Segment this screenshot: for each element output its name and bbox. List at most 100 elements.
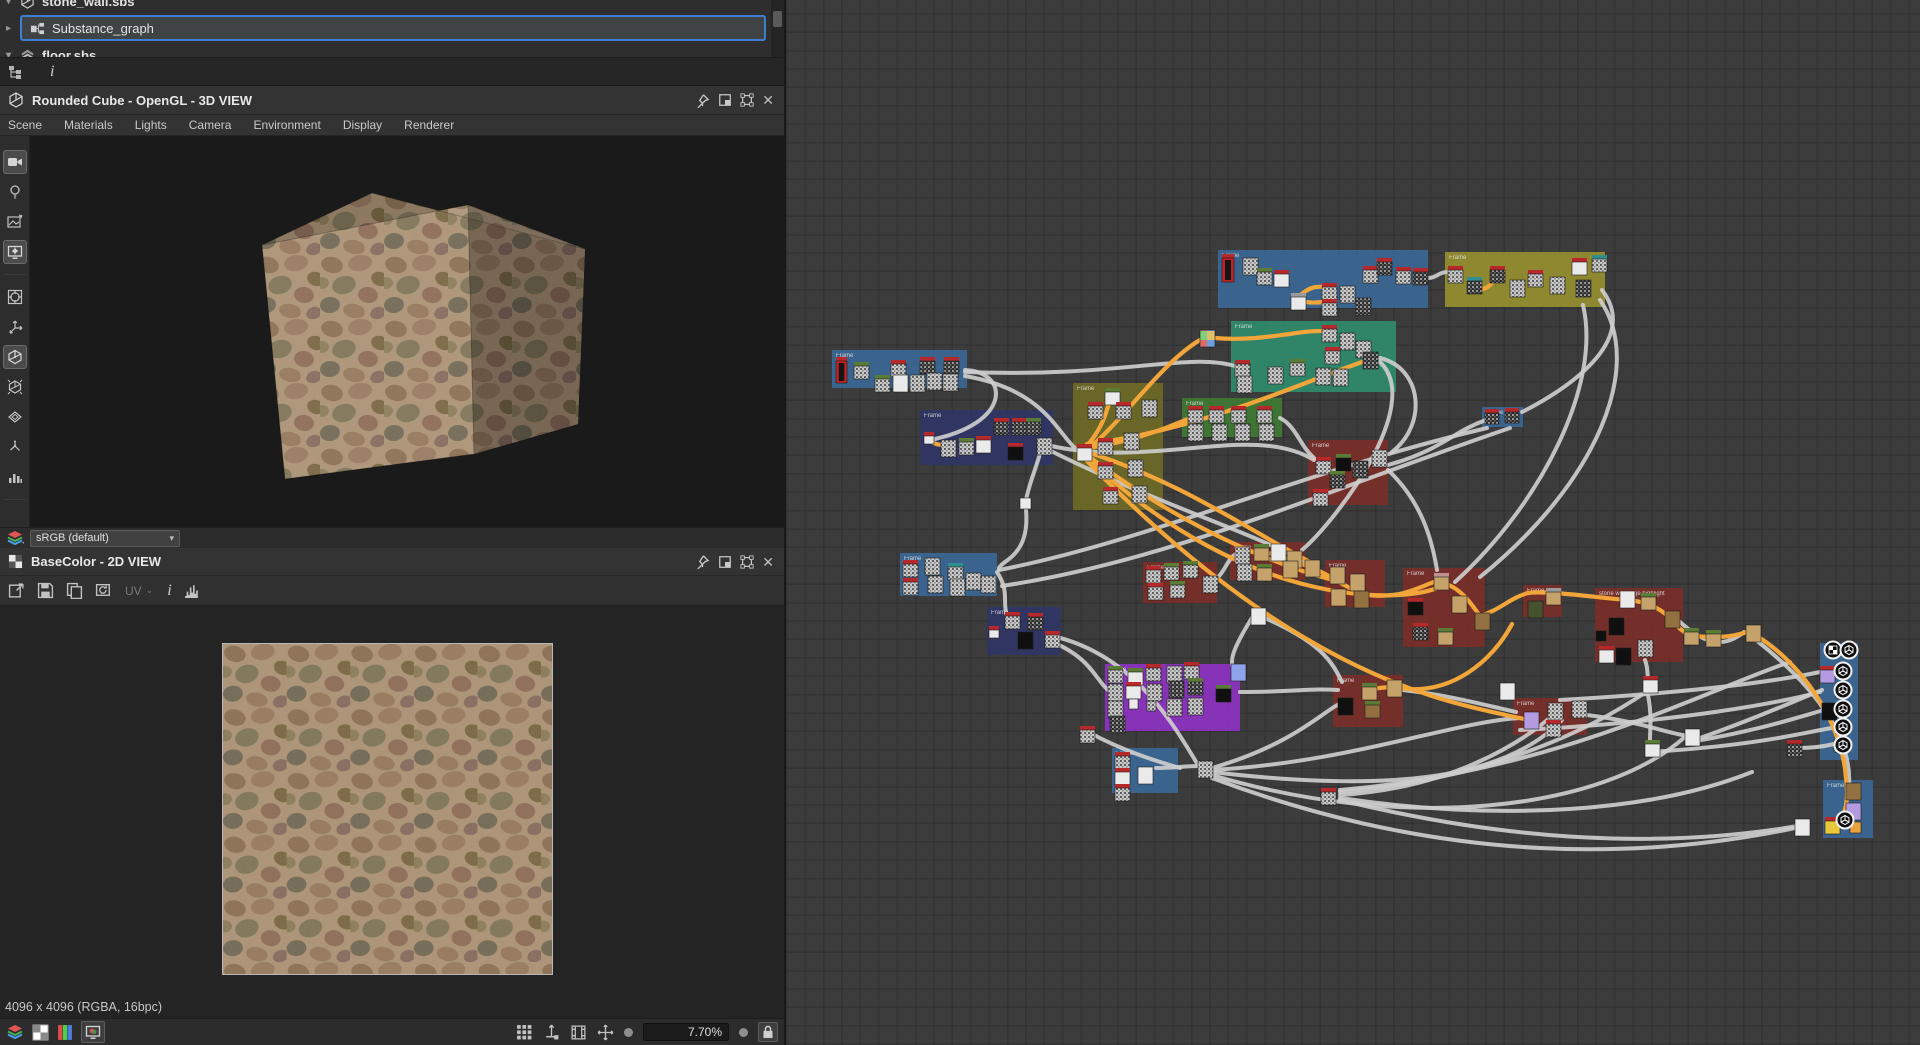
graph-node[interactable] [1258, 423, 1275, 442]
graph-node[interactable] [1221, 254, 1235, 283]
graph-node[interactable] [1575, 279, 1592, 298]
graph-wire[interactable] [1256, 613, 1344, 684]
graph-node[interactable] [1705, 630, 1722, 648]
graph-node[interactable] [943, 357, 960, 375]
graph-node[interactable] [1339, 332, 1356, 351]
graph-node[interactable] [1166, 665, 1183, 684]
graph-node[interactable] [902, 560, 919, 578]
graph-node[interactable] [1208, 406, 1225, 424]
graph-node[interactable] [1615, 647, 1632, 666]
graph-node[interactable] [1595, 630, 1607, 642]
graph-wire[interactable] [1520, 288, 1615, 414]
explorer-item-graph-selected[interactable]: ▸ Substance_graph [0, 13, 784, 43]
graph-node[interactable] [1215, 685, 1232, 703]
graph-wire[interactable] [1646, 693, 1653, 742]
graph-node[interactable] [1125, 682, 1142, 700]
float-window-icon[interactable] [718, 555, 732, 569]
graph-node[interactable] [1114, 768, 1131, 786]
axis-pin-icon[interactable] [543, 1024, 560, 1041]
graph-node[interactable] [1571, 700, 1588, 719]
graph-node[interactable] [1202, 575, 1219, 594]
graph-node[interactable] [1819, 666, 1836, 684]
alpha-checker-icon[interactable] [32, 1024, 49, 1041]
explorer-scrollbar[interactable] [771, 0, 784, 57]
graph-node[interactable] [1437, 628, 1454, 646]
graph-node[interactable] [1146, 700, 1157, 712]
graph-node[interactable] [1364, 701, 1381, 719]
graph-node[interactable] [1004, 612, 1021, 630]
graph-node[interactable] [958, 438, 975, 456]
graph-node[interactable] [1163, 563, 1180, 581]
graph-node[interactable] [1349, 573, 1366, 592]
graph-node[interactable] [1107, 700, 1124, 719]
graph-node[interactable] [1644, 740, 1661, 758]
pin-icon[interactable] [695, 93, 710, 108]
graph-node[interactable] [1312, 489, 1329, 507]
caret-down-icon[interactable]: ▾ [6, 50, 20, 58]
graph-node[interactable] [890, 360, 907, 378]
graph-node[interactable] [1591, 255, 1608, 273]
graph-node[interactable] [1097, 438, 1114, 456]
graph-node[interactable] [1256, 564, 1273, 582]
caret-right-icon[interactable]: ▸ [6, 23, 20, 34]
graph-node[interactable] [1017, 631, 1034, 650]
frame-scene-button[interactable] [3, 285, 27, 309]
graph-node[interactable] [988, 626, 1000, 639]
zoom-in-button[interactable] [739, 1027, 748, 1037]
menu-display[interactable]: Display [343, 118, 382, 132]
graph-node[interactable] [1187, 406, 1204, 424]
graph-node[interactable] [1147, 583, 1164, 601]
graph-node[interactable] [1087, 402, 1104, 420]
node-graph-canvas[interactable]: Frame Frame Frame Frame Frame Frame Frame Frame… [786, 0, 1920, 1045]
graph-node[interactable] [1166, 698, 1183, 717]
plane-view-button[interactable] [3, 405, 27, 429]
graph-node[interactable] [1321, 283, 1338, 301]
info-icon[interactable]: i [167, 582, 171, 600]
graph-node[interactable] [902, 578, 919, 596]
graph-node[interactable] [1642, 676, 1659, 694]
graph-node[interactable] [1329, 566, 1346, 585]
menu-materials[interactable]: Materials [64, 118, 113, 132]
graph-node[interactable] [1352, 460, 1369, 479]
graph-node[interactable] [965, 572, 982, 591]
graph-node[interactable] [927, 575, 944, 594]
graph-node[interactable] [1230, 663, 1247, 682]
graph-wire[interactable] [997, 508, 1029, 570]
display-mode-button[interactable] [81, 1021, 105, 1043]
graph-node[interactable] [1619, 590, 1636, 609]
graph-node[interactable] [1145, 664, 1162, 682]
graph-node[interactable] [1027, 613, 1044, 631]
graph-node[interactable] [1332, 368, 1349, 387]
menu-camera[interactable]: Camera [189, 118, 232, 132]
graph-node[interactable] [1315, 457, 1332, 475]
graph-node[interactable] [1234, 360, 1251, 378]
output-node[interactable] [1823, 640, 1843, 660]
graph-node[interactable] [1637, 639, 1654, 658]
graph-node[interactable] [1433, 573, 1450, 591]
graph-node[interactable] [1376, 258, 1393, 276]
output-node[interactable] [1833, 735, 1853, 755]
graph-node[interactable] [1683, 628, 1700, 646]
explorer-item-package2[interactable]: ▾ floor.sbs [0, 43, 784, 57]
graph-node[interactable] [1361, 683, 1378, 701]
graph-node[interactable] [1128, 698, 1139, 710]
graph-node[interactable] [1282, 560, 1299, 579]
close-icon[interactable]: ✕ [762, 93, 774, 107]
graph-node[interactable] [1109, 715, 1126, 734]
graph-node[interactable] [1025, 418, 1042, 436]
graph-node[interactable] [874, 375, 891, 393]
graph-node[interactable] [1114, 752, 1131, 770]
graph-node[interactable] [1102, 487, 1119, 505]
graph-node[interactable] [1509, 279, 1526, 298]
float-window-icon[interactable] [718, 93, 732, 107]
menu-scene[interactable]: Scene [8, 118, 42, 132]
output-node[interactable] [1833, 699, 1853, 719]
graph-node[interactable] [1745, 624, 1762, 643]
graph-node[interactable] [1353, 590, 1370, 609]
graph-node[interactable] [1489, 266, 1506, 284]
graph-wire[interactable] [1386, 468, 1439, 572]
graph-node[interactable] [1230, 406, 1247, 424]
graph-node[interactable] [1076, 444, 1093, 462]
graph-node[interactable] [1304, 559, 1321, 578]
copy-icon[interactable] [66, 582, 83, 599]
